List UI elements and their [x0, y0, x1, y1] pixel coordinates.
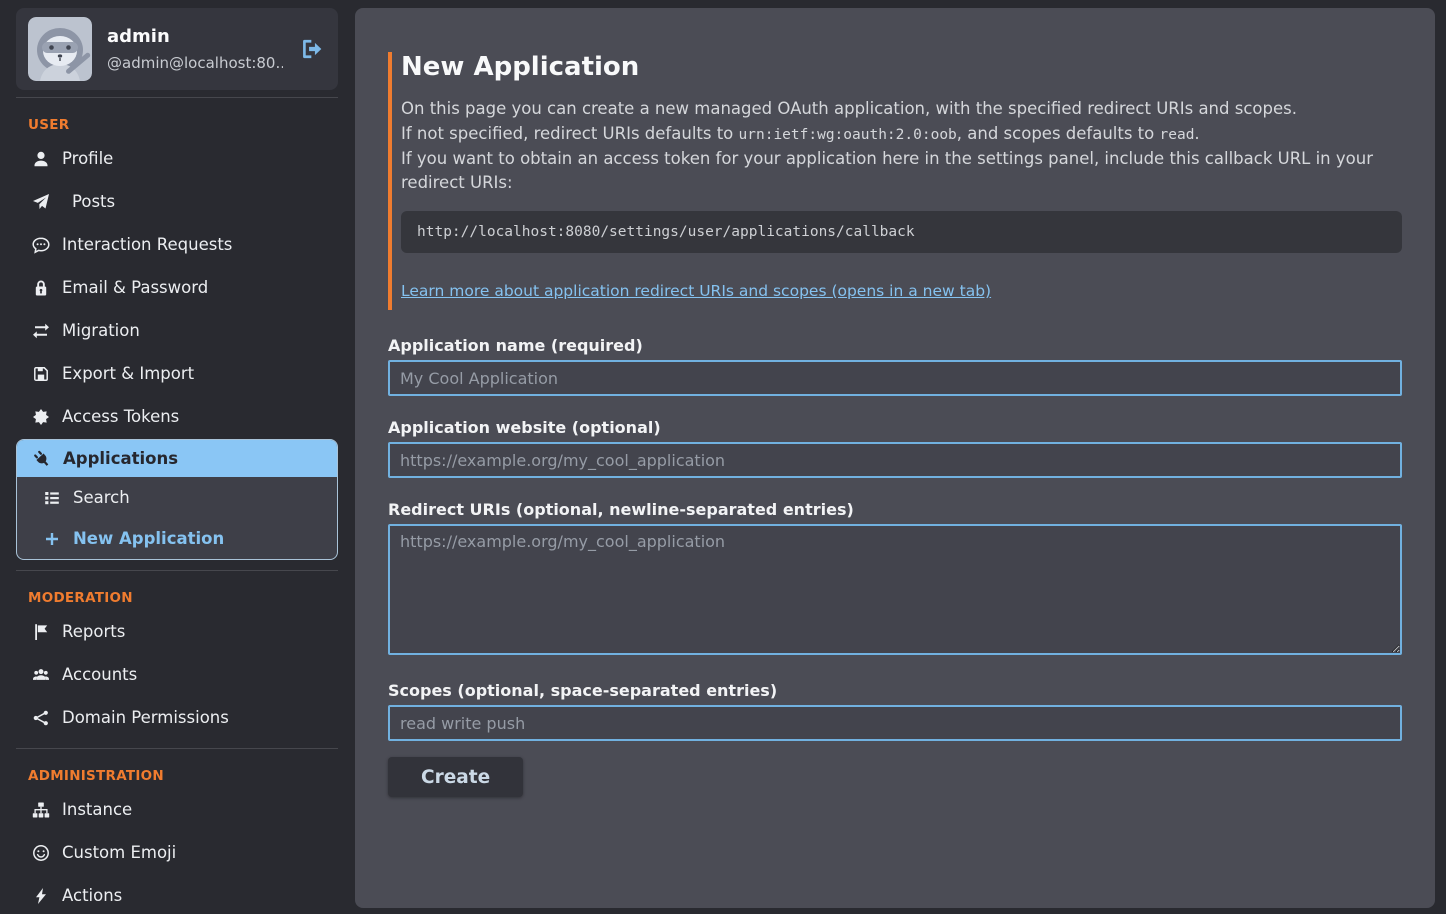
scopes-field-group: Scopes (optional, space-separated entrie…	[388, 681, 1402, 741]
lock-icon	[30, 279, 52, 297]
sidebar-item-profile[interactable]: Profile	[16, 138, 338, 179]
application-website-field-group: Application website (optional)	[388, 418, 1402, 478]
certificate-icon	[30, 408, 52, 426]
flag-icon	[30, 623, 52, 641]
sidebar-item-label: Applications	[63, 449, 178, 468]
new-application-form: Application name (required) Application …	[388, 336, 1402, 797]
floppy-disk-icon	[30, 365, 52, 383]
callback-url-code-block: http://localhost:8080/settings/user/appl…	[401, 211, 1402, 253]
inline-code-read: read	[1160, 127, 1195, 143]
sidebar-item-label: Domain Permissions	[62, 708, 229, 727]
sidebar-item-posts[interactable]: Posts	[16, 181, 338, 222]
sidebar-item-migration[interactable]: Migration	[16, 310, 338, 351]
intro-line-3: If you want to obtain an access token fo…	[401, 147, 1402, 197]
sidebar-item-interaction-requests[interactable]: Interaction Requests	[16, 224, 338, 265]
sidebar-item-label: Posts	[72, 192, 115, 211]
sidebar: admin @admin@localhost:80... USER Profil…	[0, 0, 355, 914]
section-label-administration: ADMINISTRATION	[28, 768, 338, 784]
sidebar-item-label: Reports	[62, 622, 125, 641]
scopes-input[interactable]	[388, 705, 1402, 741]
smile-icon	[30, 844, 52, 862]
application-name-field-group: Application name (required)	[388, 336, 1402, 396]
paper-plane-icon	[30, 193, 52, 211]
page-title: New Application	[401, 52, 1402, 82]
page-description: On this page you can create a new manage…	[401, 97, 1402, 196]
users-icon	[30, 666, 52, 684]
application-website-label: Application website (optional)	[388, 418, 1402, 437]
sidebar-item-label: Export & Import	[62, 364, 194, 383]
main-panel: New Application On this page you can cre…	[355, 8, 1435, 908]
plug-icon	[31, 450, 53, 468]
user-info: admin @admin@localhost:80...	[107, 26, 283, 72]
sidebar-item-label: Custom Emoji	[62, 843, 176, 862]
comment-dots-icon	[30, 236, 52, 254]
divider	[16, 570, 338, 571]
divider	[16, 97, 338, 98]
inline-code-oob: urn:ietf:wg:oauth:2.0:oob	[739, 127, 957, 143]
sidebar-item-label: Access Tokens	[62, 407, 179, 426]
sidebar-item-actions[interactable]: Actions	[16, 875, 338, 914]
sidebar-item-label: Accounts	[62, 665, 137, 684]
redirect-uris-label: Redirect URIs (optional, newline-separat…	[388, 500, 1402, 519]
sidebar-item-label: Instance	[62, 800, 132, 819]
intro-line-1: On this page you can create a new manage…	[401, 97, 1402, 122]
sidebar-item-applications-new[interactable]: New Application	[17, 518, 337, 559]
sidebar-item-label: Interaction Requests	[62, 235, 232, 254]
share-nodes-icon	[30, 709, 52, 727]
sidebar-item-label: Migration	[62, 321, 140, 340]
application-name-input[interactable]	[388, 360, 1402, 396]
bolt-icon	[30, 887, 52, 905]
sitemap-icon	[30, 801, 52, 819]
user-icon	[30, 150, 52, 168]
user-handle: @admin@localhost:80...	[107, 54, 283, 72]
divider	[16, 748, 338, 749]
sidebar-item-access-tokens[interactable]: Access Tokens	[16, 396, 338, 437]
redirect-uris-field-group: Redirect URIs (optional, newline-separat…	[388, 500, 1402, 659]
application-website-input[interactable]	[388, 442, 1402, 478]
sidebar-item-label: New Application	[73, 529, 224, 548]
section-label-user: USER	[28, 117, 338, 133]
sidebar-item-export-import[interactable]: Export & Import	[16, 353, 338, 394]
scopes-label: Scopes (optional, space-separated entrie…	[388, 681, 1402, 700]
applications-group: Applications Search New Application	[16, 439, 338, 560]
plus-icon	[41, 530, 63, 548]
list-icon	[41, 489, 63, 507]
page-intro-block: New Application On this page you can cre…	[388, 52, 1402, 310]
sidebar-item-instance[interactable]: Instance	[16, 789, 338, 830]
intro-line-2: If not specified, redirect URIs defaults…	[401, 122, 1402, 147]
sidebar-item-email-password[interactable]: Email & Password	[16, 267, 338, 308]
sidebar-item-label: Actions	[62, 886, 122, 905]
sidebar-item-label: Search	[73, 488, 130, 507]
sidebar-item-label: Email & Password	[62, 278, 208, 297]
sidebar-item-label: Profile	[62, 149, 113, 168]
logout-icon[interactable]	[298, 35, 326, 63]
application-name-label: Application name (required)	[388, 336, 1402, 355]
sidebar-item-reports[interactable]: Reports	[16, 611, 338, 652]
create-button[interactable]: Create	[388, 757, 523, 797]
section-label-moderation: MODERATION	[28, 590, 338, 606]
user-name: admin	[107, 26, 283, 47]
exchange-arrows-icon	[30, 322, 52, 340]
avatar	[28, 17, 92, 81]
user-card[interactable]: admin @admin@localhost:80...	[16, 8, 338, 90]
sidebar-item-applications[interactable]: Applications	[17, 440, 337, 477]
redirect-uris-textarea[interactable]	[388, 524, 1402, 655]
sidebar-item-applications-search[interactable]: Search	[17, 477, 337, 518]
sidebar-item-custom-emoji[interactable]: Custom Emoji	[16, 832, 338, 873]
sidebar-item-domain-permissions[interactable]: Domain Permissions	[16, 697, 338, 738]
learn-more-link[interactable]: Learn more about application redirect UR…	[401, 282, 991, 300]
sidebar-item-accounts[interactable]: Accounts	[16, 654, 338, 695]
